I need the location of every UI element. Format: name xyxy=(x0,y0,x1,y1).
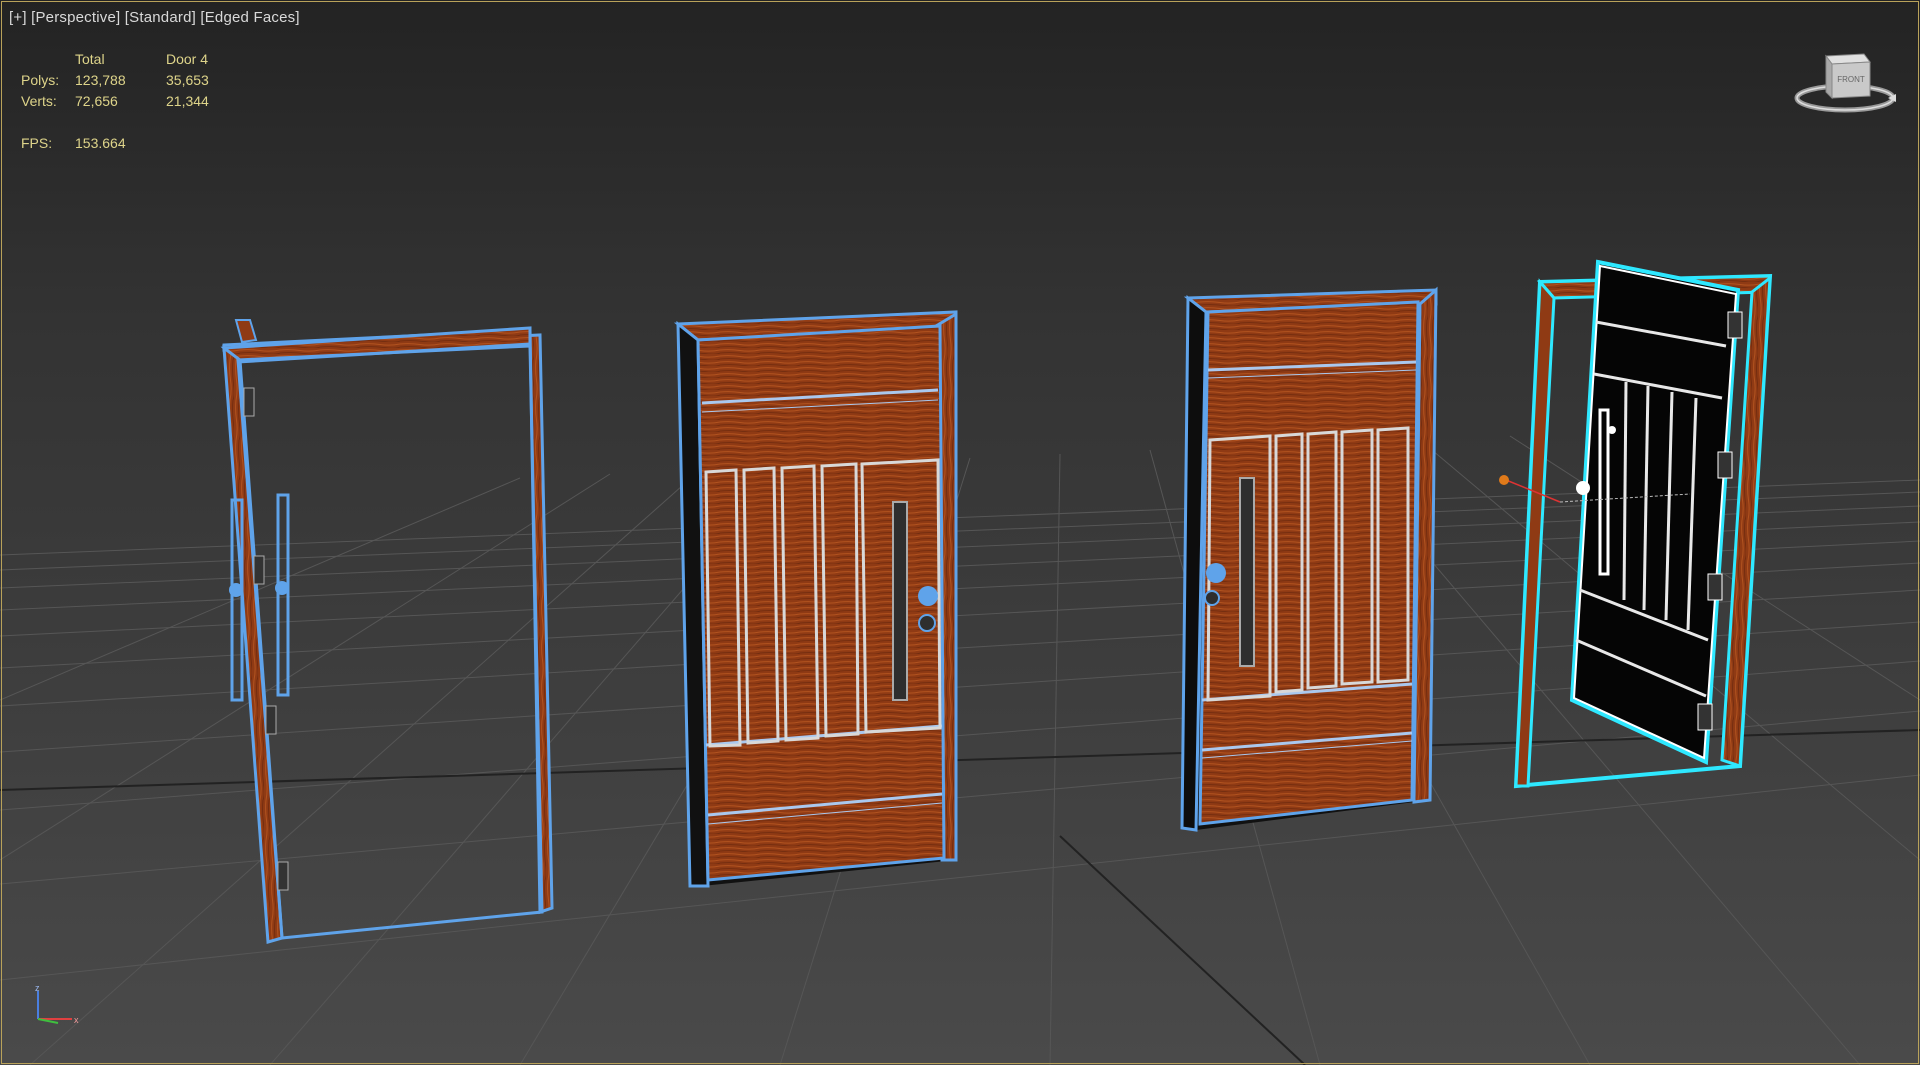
viewport-general-menu[interactable]: [+] xyxy=(9,9,27,26)
perspective-viewport[interactable]: [+] [Perspective] [Standard] [Edged Face… xyxy=(0,0,1920,1065)
axis-z-label: z xyxy=(35,983,40,993)
stats-verts-selected: 21,344 xyxy=(166,93,209,109)
viewport-standard-menu[interactable]: [Standard] xyxy=(125,9,196,26)
stats-verts-label: Verts: xyxy=(21,93,57,109)
stats-header-total: Total xyxy=(75,51,105,67)
viewcube-icon[interactable]: FRONT xyxy=(1790,48,1900,120)
scene-canvas[interactable] xyxy=(0,0,1920,1065)
axis-tripod-icon: z x xyxy=(35,983,79,1025)
door-4-selected[interactable] xyxy=(1499,259,1773,789)
door-2[interactable] xyxy=(673,310,958,888)
stats-polys-label: Polys: xyxy=(21,72,60,88)
axis-x-label: x xyxy=(74,1015,79,1025)
stats-polys-total: 123,788 xyxy=(75,72,126,88)
stats-fps-label: FPS: xyxy=(21,135,53,151)
stats-polys-selected: 35,653 xyxy=(166,72,209,88)
stats-fps-value: 153.664 xyxy=(75,135,126,151)
viewport-label-menu[interactable]: [+] [Perspective] [Standard] [Edged Face… xyxy=(9,9,300,26)
door-3[interactable] xyxy=(1180,286,1438,832)
grid-main-axes xyxy=(0,729,1920,1065)
viewport-shading-menu[interactable]: [Edged Faces] xyxy=(200,9,299,26)
viewcube-face-label: FRONT xyxy=(1837,75,1865,84)
stats-header-selected: Door 4 xyxy=(166,51,209,67)
stats-verts-total: 72,656 xyxy=(75,93,118,109)
viewport-point-of-view-menu[interactable]: [Perspective] xyxy=(31,9,120,26)
